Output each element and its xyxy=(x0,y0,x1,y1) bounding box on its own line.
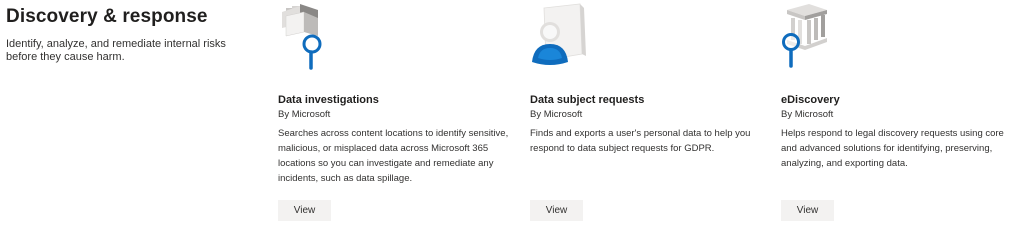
card-title: Data investigations xyxy=(278,94,379,106)
card-publisher: By Microsoft xyxy=(781,109,834,120)
solution-card-ediscovery: eDiscovery By Microsoft Helps respond to… xyxy=(781,0,1021,251)
solution-card-data-investigations: Data investigations By Microsoft Searche… xyxy=(278,0,518,251)
card-title: eDiscovery xyxy=(781,94,840,106)
data-investigation-magnifier-icon xyxy=(278,2,368,74)
card-description: Helps respond to legal discovery request… xyxy=(781,128,1004,169)
card-title: Data subject requests xyxy=(530,94,645,106)
card-publisher: By Microsoft xyxy=(278,109,331,120)
card-publisher: By Microsoft xyxy=(530,109,583,120)
ediscovery-courthouse-magnifier-icon xyxy=(781,2,871,74)
view-button-ediscovery[interactable]: View xyxy=(781,200,834,221)
card-description: Searches across content locations to ide… xyxy=(278,128,509,184)
section-title: Discovery & response xyxy=(6,6,208,27)
view-button-data-subject-requests[interactable]: View xyxy=(530,200,583,221)
solution-card-data-subject-requests: Data subject requests By Microsoft Finds… xyxy=(530,0,770,251)
section-description: Identify, analyze, and remediate interna… xyxy=(6,38,226,63)
card-description: Finds and exports a user's personal data… xyxy=(530,128,751,154)
view-button-data-investigations[interactable]: View xyxy=(278,200,331,221)
data-subject-person-document-icon xyxy=(530,2,620,74)
